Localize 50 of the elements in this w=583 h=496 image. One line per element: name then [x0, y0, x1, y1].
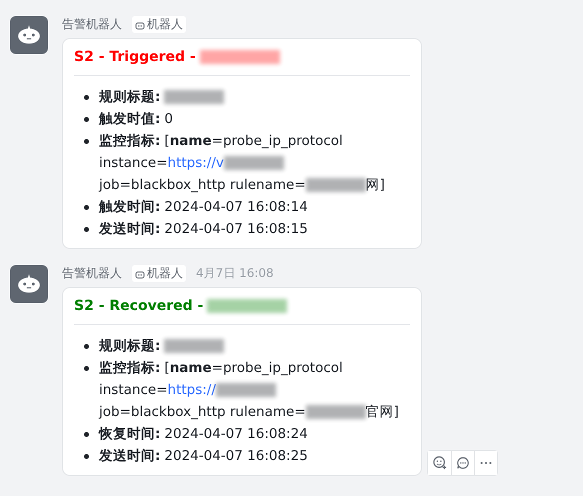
redacted-text — [224, 156, 284, 170]
redacted-text — [306, 405, 366, 419]
bullet-icon — [84, 205, 89, 210]
field-value: job=blackbox_http rulename= — [99, 403, 306, 422]
redacted-text — [164, 339, 224, 353]
field-label: 恢复时间: — [99, 425, 160, 444]
bot-badge: 机器人 — [132, 265, 186, 282]
field-label: 发送时间: — [99, 220, 160, 239]
bullet-icon — [84, 117, 89, 122]
bot-badge: 机器人 — [132, 16, 186, 33]
bot-avatar[interactable] — [10, 16, 48, 54]
bullet-icon — [84, 95, 89, 100]
field-label: 规则标题: — [99, 88, 160, 107]
message-time: 4月7日 16:08 — [196, 265, 274, 282]
field-value: 2024-04-07 16:08:14 — [164, 198, 308, 217]
field-label: 监控指标: — [99, 132, 160, 151]
field-value: job=blackbox_http rulename= — [99, 176, 306, 195]
emoji-add-icon — [432, 456, 446, 470]
instance-link[interactable]: https:// — [168, 379, 216, 401]
bullet-icon — [84, 454, 89, 459]
field-value: 2024-04-07 16:08:15 — [164, 220, 308, 239]
field-value: 2024-04-07 16:08:25 — [164, 447, 308, 466]
field-value: 0 — [164, 110, 173, 129]
field-label: 监控指标: — [99, 359, 160, 378]
bullet-icon — [84, 432, 89, 437]
field-value: [name=probe_ip_protocol — [164, 132, 343, 151]
bullet-icon — [84, 366, 89, 371]
bullet-icon — [84, 227, 89, 232]
field-value: instance= — [99, 154, 168, 173]
speech-bubble-icon — [456, 456, 470, 470]
field-value: 官网] — [366, 403, 399, 422]
sender-name: 告警机器人 — [62, 265, 122, 282]
field-label: 触发时间: — [99, 198, 160, 217]
sender-name: 告警机器人 — [62, 16, 122, 33]
field-value: 网] — [366, 176, 385, 195]
bullet-icon — [84, 344, 89, 349]
field-value: 2024-04-07 16:08:24 — [164, 425, 308, 444]
instance-link[interactable]: https://v — [168, 152, 224, 174]
bullet-icon — [84, 139, 89, 144]
field-value: instance= — [99, 381, 168, 400]
redacted-text — [216, 383, 276, 397]
redacted-text — [164, 90, 224, 104]
field-label: 触发时值: — [99, 110, 160, 129]
alert-title: S2 - Recovered - — [74, 298, 204, 314]
field-value: [name=probe_ip_protocol — [164, 359, 343, 378]
bot-avatar[interactable] — [10, 265, 48, 303]
alert-title: S2 - Triggered - — [74, 49, 196, 65]
field-label: 规则标题: — [99, 337, 160, 356]
field-label: 发送时间: — [99, 447, 160, 466]
redacted-text — [306, 178, 366, 192]
